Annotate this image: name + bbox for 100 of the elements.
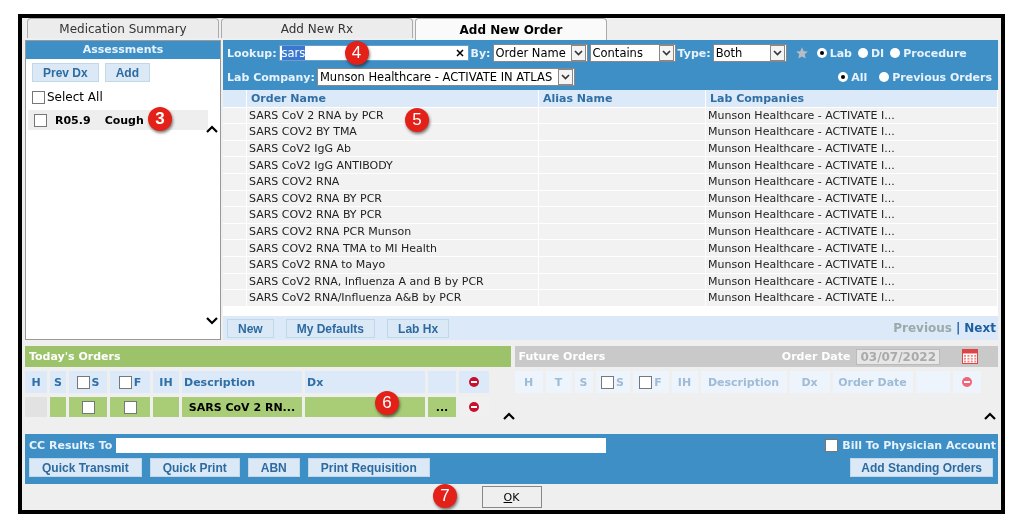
field-label: Lookup: [227, 46, 277, 60]
type-dropdown[interactable]: Both [712, 44, 787, 62]
pager-separator: | [955, 321, 961, 335]
header-checkbox[interactable] [601, 375, 615, 389]
table-button[interactable]: Lab Hx [387, 318, 450, 338]
order-name-cell[interactable]: SARS CoV2 RNA/Influenza A&B by PCR [247, 289, 539, 306]
column-header: F [133, 375, 142, 389]
ok-button[interactable]: OK [481, 486, 542, 508]
section-title: Today's Orders [29, 350, 121, 363]
column-header: Description [707, 375, 780, 389]
radio-label: DI [870, 46, 885, 60]
column-header: Alias Name [539, 90, 706, 107]
tab[interactable]: Add New Rx [221, 18, 413, 38]
table-button[interactable]: My Defaults [285, 318, 376, 338]
radio-button[interactable] [890, 48, 901, 58]
lab-company-cell[interactable]: Munson Healthcare - ACTIVATE I... [706, 156, 998, 173]
action-button[interactable]: ABN [247, 458, 300, 477]
dropdown-caret-icon[interactable] [769, 45, 785, 61]
order-name-cell[interactable]: SARS COV2 RNA BY PCR [247, 206, 539, 223]
column-header: T [554, 375, 563, 389]
callout-number: 3 [148, 107, 172, 131]
column-header: Dx [307, 375, 324, 389]
callout-number: 4 [344, 41, 369, 65]
action-button[interactable]: Quick Transmit [29, 458, 142, 477]
action-button[interactable]: Add Standing Orders [850, 458, 993, 477]
diagnosis-code: R05.9 [55, 113, 91, 127]
radio-button[interactable] [816, 48, 827, 58]
lab-company-cell[interactable]: Munson Healthcare - ACTIVATE I... [706, 206, 998, 223]
column-header: IH [677, 375, 692, 389]
row-checkbox[interactable] [81, 400, 95, 414]
table-cell [50, 397, 66, 417]
field-label: Lab Company: [227, 70, 315, 84]
column-header: H [31, 375, 41, 389]
table-cell [223, 90, 247, 107]
lab-company-cell[interactable]: Munson Healthcare - ACTIVATE I... [706, 123, 998, 140]
order-name-cell[interactable]: SARS CoV2 IgG ANTIBODY [247, 156, 539, 173]
radio-label: Procedure [903, 46, 967, 60]
table-button[interactable]: New [227, 318, 274, 338]
column-header: Order Date [838, 375, 907, 389]
radio-button[interactable] [857, 48, 868, 58]
column-header: S [616, 375, 624, 389]
checkbox-label: Bill To Physician Account [842, 439, 996, 452]
radio-label: Previous Orders [892, 70, 992, 84]
clear-icon[interactable] [455, 49, 464, 57]
radio-button[interactable] [879, 72, 890, 82]
lab-company-cell[interactable]: Munson Healthcare - ACTIVATE I... [706, 239, 998, 256]
scroll-up-icon[interactable] [206, 125, 218, 133]
panel-title: Assessments [26, 41, 220, 59]
star-icon[interactable] [794, 46, 809, 60]
row-checkbox[interactable] [123, 400, 137, 414]
scroll-up-icon[interactable] [984, 412, 996, 420]
selected-text: sars [281, 46, 306, 60]
column-header: Description [184, 375, 256, 389]
column-header: IH [159, 375, 173, 389]
match-dropdown[interactable]: Contains [589, 44, 676, 62]
radio-label: Lab [829, 46, 852, 60]
description-cell[interactable]: SARS CoV 2 RN... [182, 397, 302, 417]
radio-label: All [851, 70, 868, 84]
column-header: S [54, 375, 62, 389]
checkbox-label: Select All [47, 90, 103, 104]
tab[interactable]: Add New Order [415, 18, 607, 40]
header-checkbox[interactable] [639, 375, 653, 389]
tab[interactable]: Medication Summary [27, 18, 219, 38]
pager-link[interactable]: Next [964, 321, 996, 335]
select-all-checkbox[interactable] [32, 90, 45, 104]
lab-company-cell[interactable]: Munson Healthcare - ACTIVATE I... [706, 289, 998, 306]
remove-icon[interactable] [961, 377, 972, 387]
by-dropdown[interactable]: Order Name [492, 44, 588, 62]
more-button[interactable]: ... [428, 397, 456, 417]
cc-results-field[interactable] [116, 438, 607, 453]
action-button[interactable]: Print Requisition [307, 458, 430, 477]
column-header: F [654, 375, 662, 389]
scroll-up-icon[interactable] [503, 412, 515, 420]
column-header: H [523, 375, 534, 389]
remove-icon[interactable] [469, 402, 479, 412]
field-label: Type: [677, 46, 711, 60]
scroll-down-icon[interactable] [206, 317, 218, 325]
order-name-cell[interactable]: SARS COV2 RNA TMA to MI Health [247, 239, 539, 256]
diagnosis-name: Cough [104, 113, 144, 127]
panel-button[interactable]: Prev Dx [32, 63, 99, 82]
remove-icon[interactable] [469, 377, 479, 387]
field-label: By: [470, 46, 491, 60]
bill-checkbox[interactable] [825, 439, 839, 452]
radio-button[interactable] [838, 72, 849, 82]
calendar-icon[interactable] [962, 349, 978, 364]
header-checkbox[interactable] [118, 375, 132, 389]
column-header: Lab Companies [706, 90, 998, 107]
panel-button[interactable]: Add [104, 63, 151, 82]
field-label: CC Results To [29, 439, 113, 452]
column-header: S [579, 375, 588, 389]
lab-company-dropdown[interactable]: Munson Healthcare - ACTIVATE IN ATLAS [316, 68, 575, 86]
dropdown-caret-icon[interactable] [658, 45, 674, 61]
column-header: S [91, 375, 100, 389]
action-button[interactable]: Quick Print [149, 458, 240, 477]
table-cell [153, 397, 179, 417]
assessment-checkbox[interactable] [34, 113, 47, 127]
column-header: Dx [801, 375, 818, 389]
dropdown-caret-icon[interactable] [570, 45, 586, 61]
dropdown-caret-icon[interactable] [557, 69, 573, 85]
header-checkbox[interactable] [76, 375, 90, 389]
